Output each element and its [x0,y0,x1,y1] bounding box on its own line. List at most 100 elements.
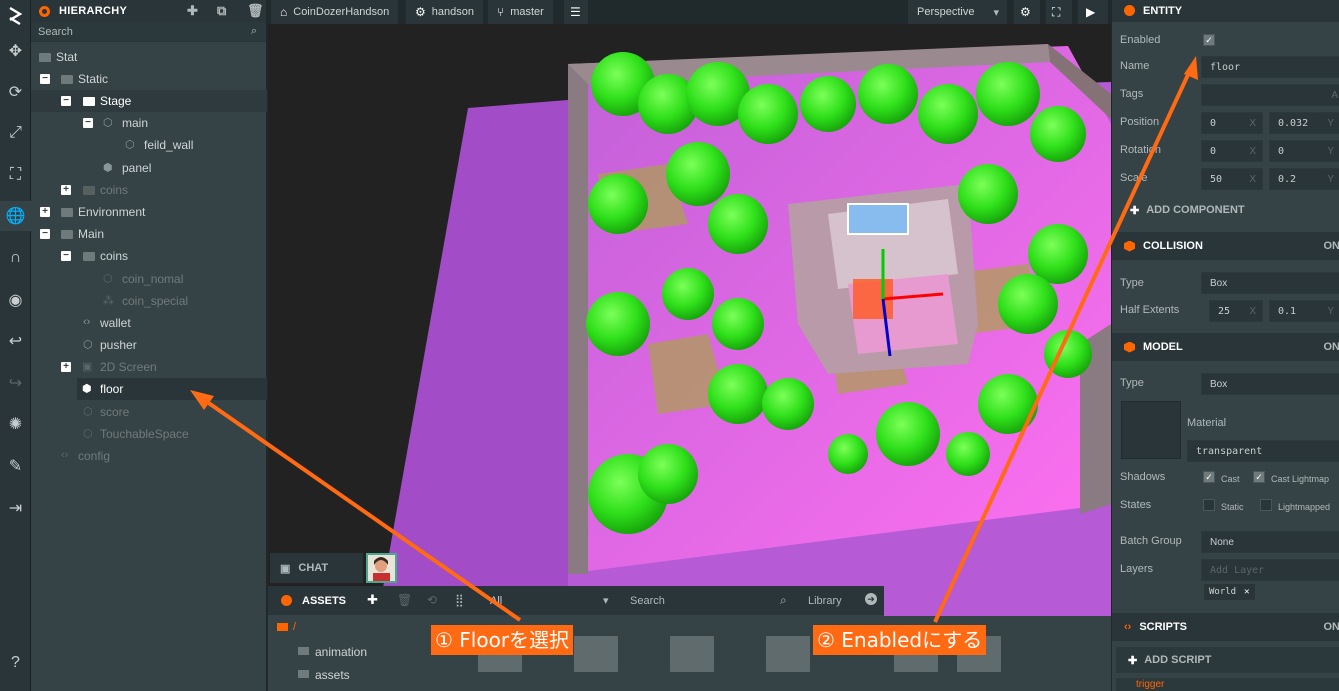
collapse-icon[interactable]: − [40,229,50,239]
tree-item-coin-special[interactable]: ⁂ coin_special [31,290,267,312]
branch-button[interactable]: ⑂ master [488,0,553,24]
tree-item-stat[interactable]: Stat [31,46,267,68]
tree-item-config[interactable]: ‹› config [31,445,267,467]
tree-item-static[interactable]: − Static [31,68,267,90]
half-extents-x-field[interactable]: 25 X [1209,300,1263,322]
collision-toggle[interactable]: ON [1324,240,1339,252]
rotate-tool-icon[interactable]: ⟳ [0,77,31,107]
delete-icon[interactable]: 🗑 [247,3,264,19]
tree-item-stage[interactable]: − Stage [31,90,267,112]
move-tool-icon[interactable]: ✥ [0,36,31,66]
cast-shadow-checkbox[interactable]: ✓ [1203,471,1215,483]
tags-field[interactable]: A [1201,84,1339,106]
arrow-right-icon[interactable]: ➜ [865,593,877,605]
enabled-checkbox[interactable]: ✓ [1203,34,1215,46]
avatar[interactable] [366,553,397,583]
asset-folder-animation[interactable]: animation [315,645,367,659]
redo-icon[interactable]: ↪ [0,368,31,398]
tree-item-2d-screen[interactable]: + ▣ 2D Screen [31,356,267,378]
asset-folder-tile[interactable] [670,636,714,672]
tree-item-panel[interactable]: ⬢ panel [31,157,267,179]
tree-item-coin-nomal[interactable]: ⬡ coin_nomal [31,268,267,290]
model-toggle[interactable]: ON [1324,341,1339,353]
tree-item-wallet[interactable]: ‹› wallet [31,312,267,334]
batch-group-select[interactable]: None [1201,531,1339,553]
cast-lightmap-checkbox[interactable]: ✓ [1253,471,1265,483]
expand-icon[interactable]: + [40,207,50,217]
tree-item-main-group[interactable]: − Main [31,223,267,245]
light-icon[interactable]: ✺ [0,409,31,439]
scene-viewport[interactable] [268,24,1111,616]
add-layer-input[interactable]: Add Layer [1201,559,1339,581]
asset-folder-tile[interactable] [574,636,618,672]
editor-settings-button[interactable]: ⚙ [1014,0,1040,24]
add-asset-icon[interactable]: ✚ [367,592,378,608]
tree-item-score[interactable]: ⬡ score [31,401,267,423]
expand-icon[interactable]: + [61,362,71,372]
add-script-button[interactable]: ✚ ADD SCRIPT [1116,647,1339,673]
scale-x-field[interactable]: 50 X [1201,168,1263,190]
settings-button[interactable]: ⚙ handson [406,0,483,24]
menu-button[interactable]: ☰ [564,0,588,24]
scripts-header[interactable]: ‹› SCRIPTS ON [1112,613,1339,641]
asset-folder-assets[interactable]: assets [315,668,350,682]
close-icon[interactable]: ✕ [1244,587,1249,597]
collapse-icon[interactable]: − [61,251,71,261]
tree-item-environment[interactable]: + Environment [31,201,267,223]
expand-icon[interactable]: + [61,185,71,195]
hierarchy-search[interactable]: Search ⌕ [31,22,266,42]
help-icon[interactable]: ? [0,648,31,678]
collapse-icon[interactable]: − [83,118,93,128]
world-space-icon[interactable]: 🌐 [0,201,31,231]
collision-type-select[interactable]: Box [1201,272,1339,294]
resize-tool-icon[interactable]: ⛶ [0,160,31,190]
asset-path-root[interactable]: / [293,621,296,633]
logo-icon[interactable] [0,0,31,34]
tree-item-touchablespace[interactable]: ⬡ TouchableSpace [31,423,267,445]
model-type-select[interactable]: Box [1201,373,1339,395]
tree-item-pusher[interactable]: ⬡ pusher [31,334,267,356]
duplicate-icon[interactable]: ⧉ [217,3,227,19]
chat-button[interactable]: ▣ CHAT [270,553,363,583]
tree-item-coins[interactable]: − coins [31,245,267,267]
asset-folder-tile[interactable] [766,636,810,672]
tree-item-feild-wall[interactable]: ⬡ feild_wall [31,134,267,156]
edit-icon[interactable]: ✎ [0,451,31,481]
undo-icon[interactable]: ↩ [0,326,31,356]
library-button[interactable]: Library [808,595,842,607]
position-x-field[interactable]: 0X [1201,112,1263,134]
tree-item-floor[interactable]: ⬢ floor [77,378,267,400]
model-header[interactable]: MODEL ON [1112,333,1339,361]
focus-icon[interactable]: ◉ [0,285,31,315]
scale-y-field[interactable]: 0.2 Y [1269,168,1339,190]
tree-item-main[interactable]: − ⬡ main [31,112,267,134]
material-field[interactable]: transparent [1187,440,1339,462]
add-entity-icon[interactable]: ✚ [187,3,198,19]
rotation-x-field[interactable]: 0X [1201,140,1263,162]
grid-view-icon[interactable]: ⣿ [455,593,464,607]
asset-search-input[interactable]: Search [630,595,665,607]
collapse-icon[interactable]: − [61,96,71,106]
camera-dropdown[interactable]: Perspective ▾ [908,0,1007,24]
project-button[interactable]: ⌂ CoinDozerHandson [271,0,399,24]
asset-filter-dropdown[interactable]: All [490,595,502,607]
fullscreen-button[interactable]: ⛶ [1046,0,1072,24]
scripts-toggle[interactable]: ON [1324,621,1339,633]
material-preview[interactable] [1121,401,1181,459]
snap-icon[interactable]: ∩ [0,243,31,273]
position-y-field[interactable]: 0.032 Y [1269,112,1339,134]
script-item-trigger[interactable]: trigger [1116,678,1339,691]
collision-header[interactable]: COLLISION ON [1112,232,1339,260]
hierarchy-search-input[interactable]: Search [38,26,73,38]
collapse-icon[interactable]: − [40,74,50,84]
static-checkbox[interactable] [1203,499,1215,511]
lightmapped-checkbox[interactable] [1260,499,1272,511]
delete-asset-icon[interactable]: 🗑 [397,593,412,607]
tree-item-coins-static[interactable]: + coins [31,179,267,201]
half-extents-y-field[interactable]: 0.1 Y [1269,300,1339,322]
add-component-button[interactable]: ✚ ADD COMPONENT [1112,198,1339,222]
scale-tool-icon[interactable]: ⤢ [0,118,31,148]
publish-icon[interactable]: ⇥ [0,493,31,523]
rotation-y-field[interactable]: 0Y [1269,140,1339,162]
launch-button[interactable]: ▶ [1078,0,1108,24]
